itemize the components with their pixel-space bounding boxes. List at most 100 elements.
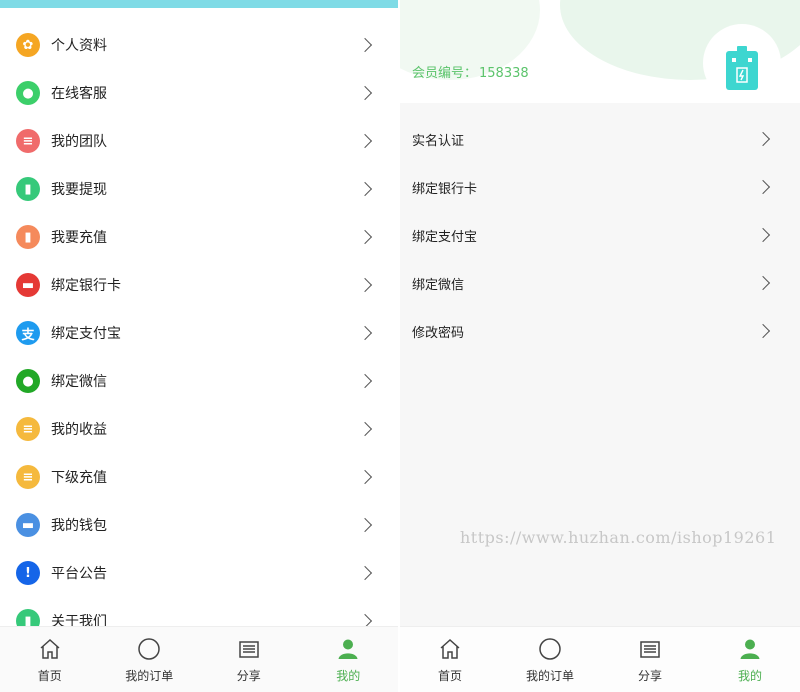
menu-item-label: 在线客服: [51, 86, 107, 102]
battery-icon: [726, 46, 758, 90]
tab-user[interactable]: 我的: [700, 627, 800, 692]
order-icon: [137, 637, 161, 661]
menu-item-label: 我要提现: [51, 182, 107, 198]
settings-item-label: 绑定支付宝: [412, 230, 478, 245]
chevron-right-icon: [357, 469, 373, 485]
menu-item[interactable]: ▬ 绑定银行卡: [0, 261, 398, 309]
alipay-icon: 支: [16, 321, 40, 345]
settings-item-label: 实名认证: [412, 134, 465, 149]
watermark-text: https://www.huzhan.com/ishop19261: [460, 528, 777, 547]
settings-item[interactable]: 绑定支付宝: [400, 211, 800, 259]
gear-icon: ✿: [16, 33, 40, 57]
chevron-right-icon: [357, 277, 373, 293]
chevron-right-icon: [755, 131, 771, 147]
bottom-tab-bar: 首页 我的订单 分享 我的: [0, 626, 398, 692]
chevron-right-icon: [755, 323, 771, 339]
purse-icon: ▬: [16, 513, 40, 537]
menu-item[interactable]: ▮ 我要充值: [0, 213, 398, 261]
menu-item-label: 我要充值: [51, 230, 107, 246]
member-number-value: 158338: [479, 66, 529, 81]
profile-menu-list: ✿ 个人资料 ● 在线客服 ≡ 我的团队 ▮ 我要提现 ▮ 我要充值 ▬ 绑定银行卡支绑定支付宝 ● 绑定…: [0, 21, 398, 645]
chevron-right-icon: [357, 565, 373, 581]
tab-home[interactable]: 首页: [0, 627, 100, 692]
settings-item[interactable]: 修改密码: [400, 307, 800, 355]
tab-share[interactable]: 分享: [600, 627, 700, 692]
tab-label: 我的订单: [125, 669, 174, 683]
tab-label: 分享: [637, 669, 662, 683]
chevron-right-icon: [357, 37, 373, 53]
menu-item[interactable]: ▮ 我要提现: [0, 165, 398, 213]
home-icon: [38, 637, 62, 661]
chat-icon: ●: [16, 81, 40, 105]
menu-item-label: 绑定支付宝: [51, 326, 121, 342]
wechat-icon: ●: [16, 369, 40, 393]
share-icon: [237, 637, 261, 661]
tab-label: 我的: [737, 669, 762, 683]
user-icon: [738, 637, 762, 661]
menu-item[interactable]: ≡ 我的收益: [0, 405, 398, 453]
menu-item[interactable]: ▬ 我的钱包: [0, 501, 398, 549]
tab-label: 首页: [437, 669, 462, 683]
wallet-icon: ▮: [16, 177, 40, 201]
tab-share[interactable]: 分享: [199, 627, 299, 692]
sub-recharge-icon: ≡: [16, 465, 40, 489]
chevron-right-icon: [357, 133, 373, 149]
member-number: 会员编号： 158338: [412, 62, 529, 81]
settings-item[interactable]: 绑定银行卡: [400, 163, 800, 211]
menu-item[interactable]: ! 平台公告: [0, 549, 398, 597]
member-header: 会员编号： 158338: [400, 0, 800, 103]
list-icon: ≡: [16, 129, 40, 153]
menu-item-label: 平台公告: [51, 566, 107, 582]
tab-label: 我的订单: [525, 669, 574, 683]
menu-item-label: 绑定微信: [51, 374, 107, 390]
bank-card-icon: ▬: [16, 273, 40, 297]
chevron-right-icon: [755, 179, 771, 195]
share-icon: [638, 637, 662, 661]
chevron-right-icon: [357, 517, 373, 533]
chevron-right-icon: [755, 227, 771, 243]
menu-item[interactable]: ✿ 个人资料: [0, 21, 398, 69]
tab-user[interactable]: 我的: [299, 627, 399, 692]
tab-label: 分享: [236, 669, 261, 683]
order-icon: [538, 637, 562, 661]
tab-label: 首页: [37, 669, 62, 683]
settings-item[interactable]: 实名认证: [400, 115, 800, 163]
menu-item-label: 绑定银行卡: [51, 278, 121, 294]
chevron-right-icon: [357, 229, 373, 245]
menu-item[interactable]: 支绑定支付宝: [0, 309, 398, 357]
home-icon: [438, 637, 462, 661]
menu-item[interactable]: ≡ 我的团队: [0, 117, 398, 165]
tab-order[interactable]: 我的订单: [500, 627, 600, 692]
chevron-right-icon: [357, 373, 373, 389]
menu-item-label: 我的收益: [51, 422, 107, 438]
tab-label: 我的: [336, 669, 361, 683]
notice-icon: !: [16, 561, 40, 585]
settings-item-label: 修改密码: [412, 326, 465, 341]
account-settings-screen: 会员编号： 158338 实名认证绑定银行卡绑定支付宝绑定微信修改密码 https…: [400, 0, 800, 692]
user-icon: [336, 637, 360, 661]
bottom-tab-bar: 首页 我的订单 分享 我的: [400, 626, 800, 692]
settings-item-label: 绑定微信: [412, 278, 465, 293]
profile-menu-screen: ✿ 个人资料 ● 在线客服 ≡ 我的团队 ▮ 我要提现 ▮ 我要充值 ▬ 绑定银行卡支绑定支付宝 ● 绑定…: [0, 0, 398, 692]
menu-item-label: 下级充值: [51, 470, 107, 486]
recharge-icon: ▮: [16, 225, 40, 249]
menu-item-label: 我的钱包: [51, 518, 107, 534]
chevron-right-icon: [357, 181, 373, 197]
top-accent-bar: [0, 0, 398, 8]
menu-item[interactable]: ● 绑定微信: [0, 357, 398, 405]
menu-item[interactable]: ≡ 下级充值: [0, 453, 398, 501]
tab-home[interactable]: 首页: [400, 627, 500, 692]
chevron-right-icon: [357, 85, 373, 101]
earnings-icon: ≡: [16, 417, 40, 441]
menu-item[interactable]: ● 在线客服: [0, 69, 398, 117]
settings-item[interactable]: 绑定微信: [400, 259, 800, 307]
account-settings-list: 实名认证绑定银行卡绑定支付宝绑定微信修改密码: [400, 115, 800, 355]
chevron-right-icon: [357, 421, 373, 437]
menu-item-label: 我的团队: [51, 134, 107, 150]
chevron-right-icon: [755, 275, 771, 291]
tab-order[interactable]: 我的订单: [100, 627, 200, 692]
member-number-label: 会员编号：: [412, 66, 478, 81]
chevron-right-icon: [357, 325, 373, 341]
menu-item-label: 个人资料: [51, 38, 107, 54]
settings-item-label: 绑定银行卡: [412, 182, 478, 197]
